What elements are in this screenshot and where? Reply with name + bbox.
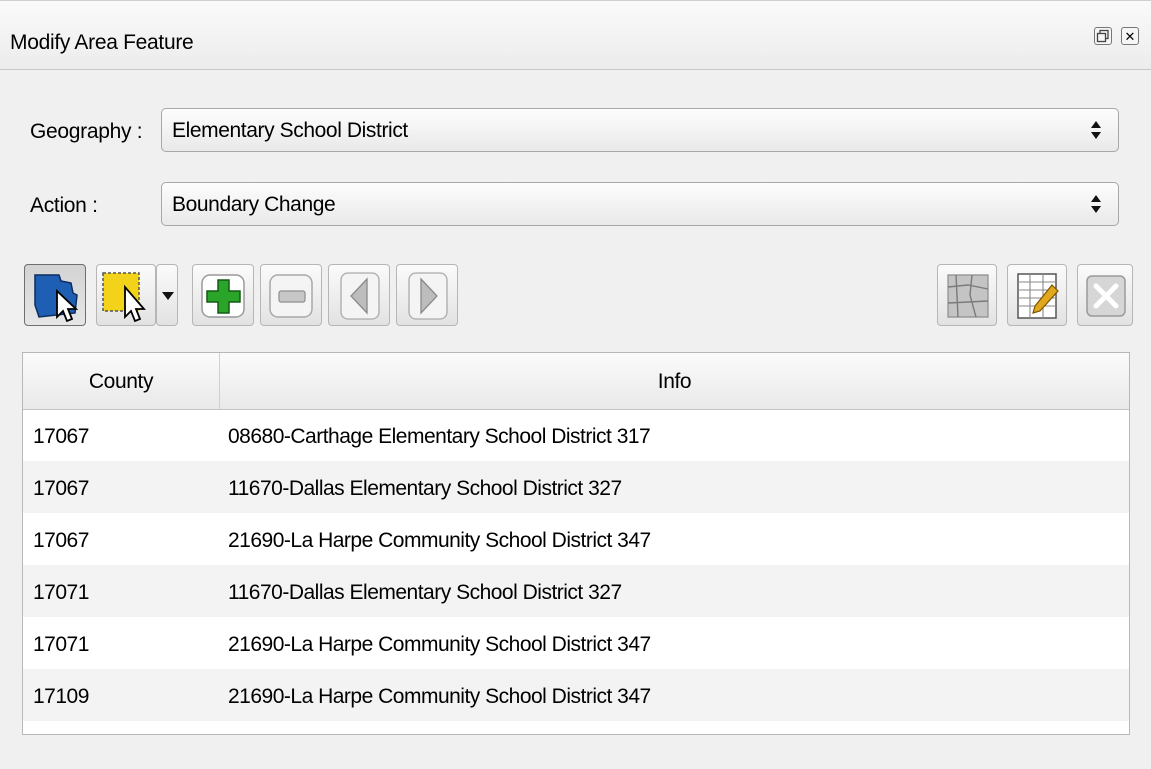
select-rectangle-button[interactable] (96, 264, 156, 326)
remove-button[interactable] (260, 264, 322, 326)
dock-title-bar: Modify Area Feature ✕ (0, 0, 1151, 70)
county-cell: 17071 (33, 581, 89, 604)
geography-select[interactable]: Elementary School District (161, 108, 1119, 152)
action-select-value: Boundary Change (172, 193, 336, 216)
select-rectangle-icon (102, 272, 146, 323)
clear-button[interactable] (1077, 264, 1133, 326)
feature-table[interactable]: County Info 17067 08680-Carthage Element… (22, 352, 1130, 735)
table-row[interactable]: 17071 11670-Dallas Elementary School Dis… (23, 565, 1129, 617)
column-header-county[interactable]: County (23, 353, 220, 409)
county-cell: 17071 (33, 633, 89, 656)
map-icon (947, 274, 989, 318)
next-icon (408, 272, 448, 320)
edit-table-button[interactable] (1007, 264, 1067, 326)
previous-button[interactable] (328, 264, 390, 326)
table-row[interactable]: 17067 21690-La Harpe Community School Di… (23, 513, 1129, 565)
info-cell: 11670-Dallas Elementary School District … (228, 477, 622, 500)
dropdown-arrow-icon (162, 292, 174, 300)
county-cell: 17067 (33, 529, 89, 552)
map-button[interactable] (937, 264, 997, 326)
updown-arrows-icon (1091, 121, 1101, 139)
next-button[interactable] (396, 264, 458, 326)
add-button[interactable] (192, 264, 254, 326)
edit-table-icon (1017, 273, 1059, 319)
close-icon[interactable]: ✕ (1121, 27, 1139, 45)
table-row[interactable]: 17109 21690-La Harpe Community School Di… (23, 669, 1129, 721)
select-feature-icon (34, 274, 79, 323)
clear-icon (1086, 275, 1126, 317)
updown-arrows-icon (1091, 195, 1101, 213)
remove-icon (269, 274, 313, 318)
table-header: County Info (23, 353, 1129, 410)
info-cell: 21690-La Harpe Community School District… (228, 633, 651, 656)
geography-select-value: Elementary School District (172, 119, 408, 142)
float-icon[interactable] (1094, 27, 1112, 45)
action-select[interactable]: Boundary Change (161, 182, 1119, 226)
info-cell: 08680-Carthage Elementary School Distric… (228, 425, 651, 448)
previous-icon (340, 272, 380, 320)
add-icon (201, 274, 245, 318)
table-row[interactable]: 17067 11670-Dallas Elementary School Dis… (23, 461, 1129, 513)
selection-mode-dropdown[interactable] (156, 264, 178, 326)
info-cell: 21690-La Harpe Community School District… (228, 685, 651, 708)
table-row[interactable]: 17071 21690-La Harpe Community School Di… (23, 617, 1129, 669)
info-cell: 11670-Dallas Elementary School District … (228, 581, 622, 604)
action-label: Action : (30, 194, 98, 217)
county-cell: 17067 (33, 477, 89, 500)
county-cell: 17067 (33, 425, 89, 448)
county-cell: 17109 (33, 685, 89, 708)
info-cell: 21690-La Harpe Community School District… (228, 529, 651, 552)
window-title: Modify Area Feature (10, 31, 194, 54)
column-header-info[interactable]: Info (220, 353, 1129, 409)
table-row[interactable]: 17067 08680-Carthage Elementary School D… (23, 409, 1129, 461)
geography-label: Geography : (30, 120, 143, 143)
select-feature-button[interactable] (24, 264, 86, 326)
